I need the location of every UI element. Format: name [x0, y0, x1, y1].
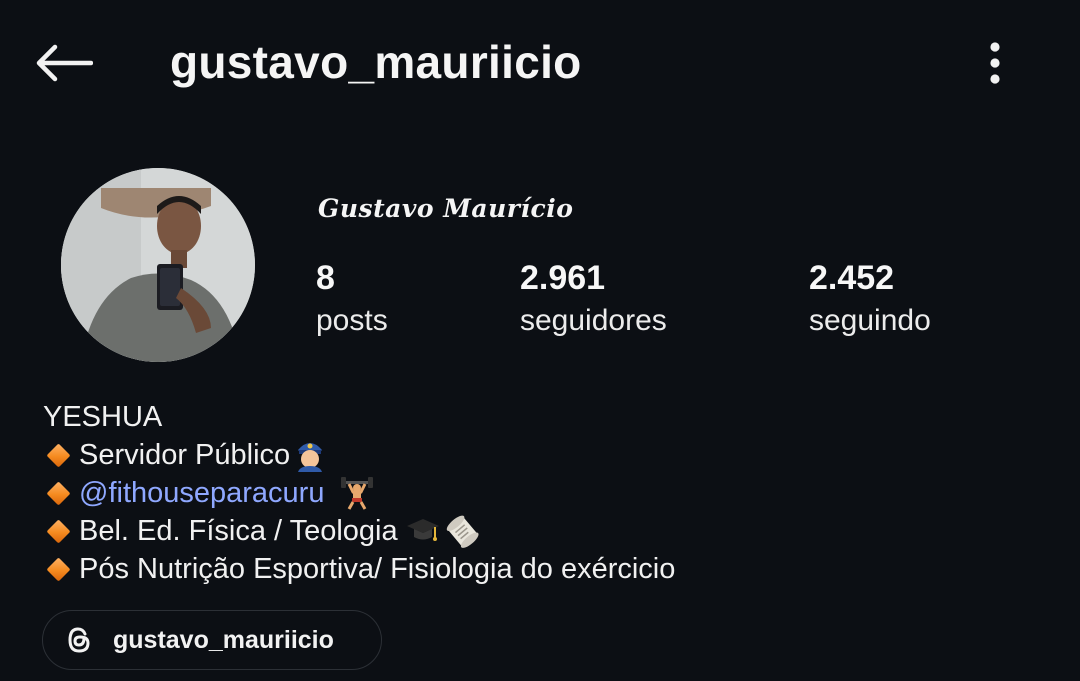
bio-text: Pós Nutrição Esportiva/ Fisiologia do ex…	[79, 553, 676, 585]
stat-posts[interactable]: 8 posts	[316, 258, 388, 344]
posts-count: 8	[316, 259, 335, 297]
mention-link[interactable]: @fithouseparacuru	[79, 474, 324, 512]
bio-line: Pós Nutrição Esportiva/ Fisiologia do ex…	[43, 550, 675, 588]
more-options-button[interactable]	[970, 36, 1020, 90]
profile-page: gustavo_mauriicio Gustavo Maurício 8 pos…	[0, 0, 1080, 681]
bio: YESHUA Servidor Público @fithouseparacur…	[43, 398, 675, 588]
scroll-icon	[444, 513, 480, 549]
bio-line: @fithouseparacuru	[43, 474, 675, 512]
police-officer-icon	[294, 438, 326, 472]
arrow-left-icon	[36, 44, 93, 82]
orange-diamond-icon	[46, 556, 71, 582]
bio-line: YESHUA	[43, 398, 675, 436]
graduation-cap-icon	[406, 516, 440, 546]
back-button[interactable]	[28, 36, 98, 90]
page-title: gustavo_mauriicio	[170, 36, 582, 88]
orange-diamond-icon	[46, 480, 71, 506]
display-name: Gustavo Maurício	[318, 194, 574, 223]
following-count: 2.452	[809, 259, 895, 297]
bio-text: YESHUA	[43, 401, 163, 433]
threads-icon	[65, 626, 93, 654]
bio-text: Bel. Ed. Física / Teologia	[79, 515, 398, 547]
stat-following[interactable]: 2.452 seguindo	[809, 258, 931, 344]
posts-label: posts	[316, 304, 388, 337]
following-label: seguindo	[809, 304, 931, 337]
threads-profile-link[interactable]: gustavo_mauriicio	[42, 610, 382, 670]
bio-line: Servidor Público	[43, 436, 675, 474]
orange-diamond-icon	[46, 442, 71, 468]
bio-line: Bel. Ed. Física / Teologia	[43, 512, 675, 550]
weightlifter-icon	[340, 476, 374, 510]
followers-label: seguidores	[520, 304, 667, 337]
stat-followers[interactable]: 2.961 seguidores	[520, 258, 667, 344]
followers-count: 2.961	[520, 259, 606, 297]
threads-username: gustavo_mauriicio	[113, 625, 334, 654]
more-vertical-icon	[990, 42, 1000, 84]
orange-diamond-icon	[46, 518, 71, 544]
profile-photo	[61, 168, 255, 362]
bio-text: Servidor Público	[79, 439, 291, 471]
avatar[interactable]	[61, 168, 255, 362]
